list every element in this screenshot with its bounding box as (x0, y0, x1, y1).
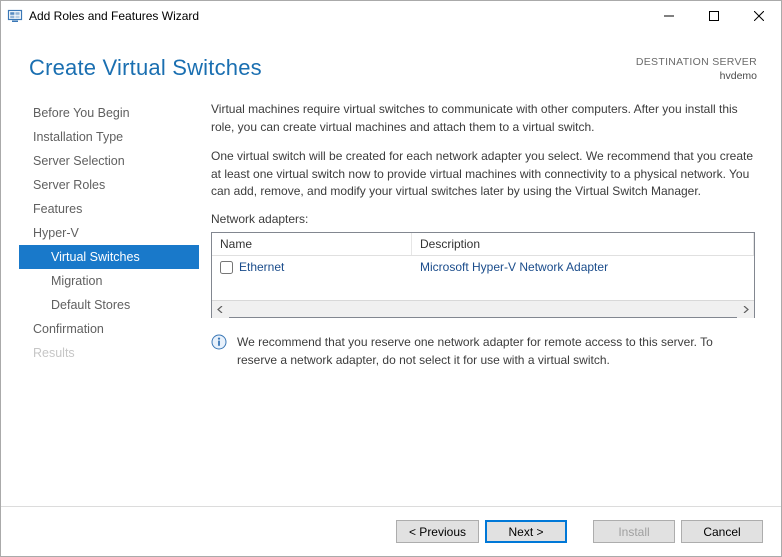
adapter-description: Microsoft Hyper-V Network Adapter (412, 260, 754, 274)
recommendation-box: We recommend that you reserve one networ… (211, 334, 755, 369)
intro-paragraph-1: Virtual machines require virtual switche… (211, 101, 755, 136)
cancel-button[interactable]: Cancel (681, 520, 763, 543)
destination-server: DESTINATION SERVER hvdemo (636, 55, 757, 83)
scroll-right-icon[interactable] (737, 301, 754, 318)
page-title: Create Virtual Switches (29, 55, 262, 81)
app-icon (7, 8, 23, 24)
nav-item-features[interactable]: Features (19, 197, 199, 221)
close-button[interactable] (736, 1, 781, 31)
nav-item-before-you-begin[interactable]: Before You Begin (19, 101, 199, 125)
install-button[interactable]: Install (593, 520, 675, 543)
info-icon (211, 334, 227, 350)
nav-item-installation-type[interactable]: Installation Type (19, 125, 199, 149)
wizard-nav: Before You BeginInstallation TypeServer … (1, 101, 199, 506)
table-row[interactable]: Ethernet Microsoft Hyper-V Network Adapte… (212, 256, 754, 278)
maximize-button[interactable] (691, 1, 736, 31)
previous-button[interactable]: < Previous (396, 520, 479, 543)
window-title: Add Roles and Features Wizard (29, 9, 199, 23)
nav-item-server-selection[interactable]: Server Selection (19, 149, 199, 173)
recommendation-text: We recommend that you reserve one networ… (237, 334, 755, 369)
adapter-name-cell: Ethernet (212, 260, 412, 274)
adapter-name: Ethernet (239, 260, 284, 274)
nav-item-default-stores[interactable]: Default Stores (19, 293, 199, 317)
scroll-left-icon[interactable] (212, 301, 229, 318)
grid-header: Name Description (212, 233, 754, 256)
grid-hscrollbar[interactable] (212, 300, 754, 317)
nav-item-results: Results (19, 341, 199, 365)
network-adapters-grid: Name Description Ethernet Microsoft Hyper… (211, 232, 755, 318)
main-panel: Virtual machines require virtual switche… (199, 101, 769, 506)
next-button[interactable]: Next > (485, 520, 567, 543)
destination-server-label: DESTINATION SERVER (636, 55, 757, 69)
titlebar: Add Roles and Features Wizard (1, 1, 781, 31)
content: Before You BeginInstallation TypeServer … (1, 101, 781, 506)
minimize-button[interactable] (646, 1, 691, 31)
network-adapters-label: Network adapters: (211, 212, 755, 226)
nav-item-server-roles[interactable]: Server Roles (19, 173, 199, 197)
grid-col-description[interactable]: Description (412, 233, 754, 255)
adapter-checkbox[interactable] (220, 261, 233, 274)
footer: < Previous Next > Install Cancel (1, 506, 781, 556)
header: Create Virtual Switches DESTINATION SERV… (1, 31, 781, 101)
destination-server-host: hvdemo (636, 69, 757, 83)
intro-paragraph-2: One virtual switch will be created for e… (211, 148, 755, 200)
nav-item-migration[interactable]: Migration (19, 269, 199, 293)
nav-item-virtual-switches[interactable]: Virtual Switches (19, 245, 199, 269)
grid-col-name[interactable]: Name (212, 233, 412, 255)
nav-item-hyper-v[interactable]: Hyper-V (19, 221, 199, 245)
nav-item-confirmation[interactable]: Confirmation (19, 317, 199, 341)
grid-body: Ethernet Microsoft Hyper-V Network Adapte… (212, 256, 754, 300)
